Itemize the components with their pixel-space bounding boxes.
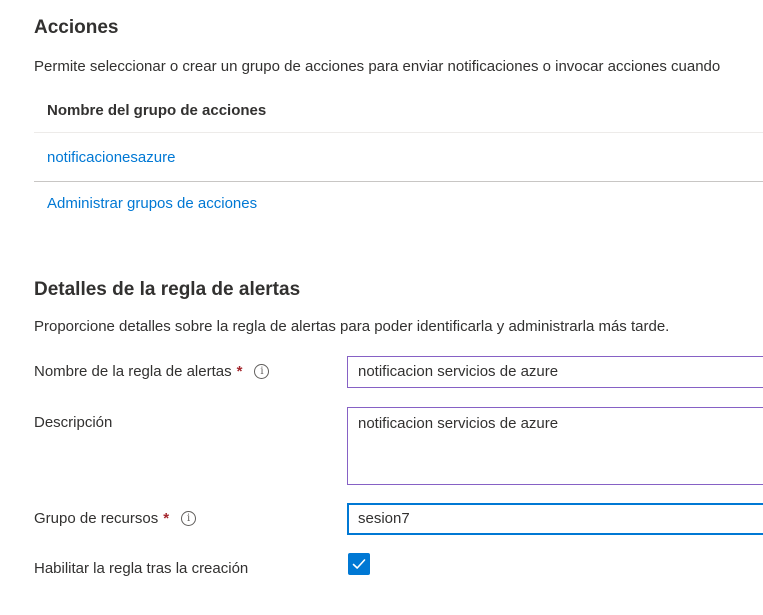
manage-action-groups-link[interactable]: Administrar grupos de acciones bbox=[47, 195, 257, 212]
description-textarea[interactable]: notificacion servicios de azure bbox=[347, 407, 763, 485]
alert-rule-form: Acciones Permite seleccionar o crear un … bbox=[0, 0, 763, 615]
resource-group-input[interactable]: sesion7 bbox=[347, 503, 763, 535]
info-icon[interactable]: i bbox=[254, 364, 270, 379]
table-row: notificacionesazure bbox=[34, 133, 763, 182]
description-label-text: Descripción bbox=[34, 414, 113, 431]
rule-name-label-text: Nombre de la regla de alertas bbox=[34, 363, 232, 380]
rule-name-input[interactable]: notificacion servicios de azure bbox=[347, 356, 763, 388]
actions-section-description: Permite seleccionar o crear un grupo de … bbox=[34, 58, 721, 75]
details-section-description: Proporcione detalles sobre la regla de a… bbox=[34, 318, 670, 335]
enable-rule-label-text: Habilitar la regla tras la creación bbox=[34, 560, 249, 577]
info-icon[interactable]: i bbox=[181, 511, 197, 526]
required-marker: * bbox=[236, 363, 243, 380]
enable-rule-label: Habilitar la regla tras la creación bbox=[34, 560, 248, 577]
action-group-link-notificacionesazure[interactable]: notificacionesazure bbox=[47, 149, 175, 166]
required-marker: * bbox=[163, 510, 170, 527]
rule-name-label: Nombre de la regla de alertas * i bbox=[34, 363, 270, 380]
action-groups-table: Nombre del grupo de acciones notificacio… bbox=[34, 89, 763, 182]
enable-rule-checkbox[interactable] bbox=[348, 553, 370, 575]
actions-section-title: Acciones bbox=[34, 17, 119, 38]
table-column-header: Nombre del grupo de acciones bbox=[34, 89, 763, 133]
checkmark-icon bbox=[352, 559, 366, 569]
resource-group-label: Grupo de recursos * i bbox=[34, 510, 197, 527]
description-label: Descripción bbox=[34, 414, 112, 431]
details-section-title: Detalles de la regla de alertas bbox=[34, 279, 301, 300]
resource-group-label-text: Grupo de recursos bbox=[34, 510, 159, 527]
